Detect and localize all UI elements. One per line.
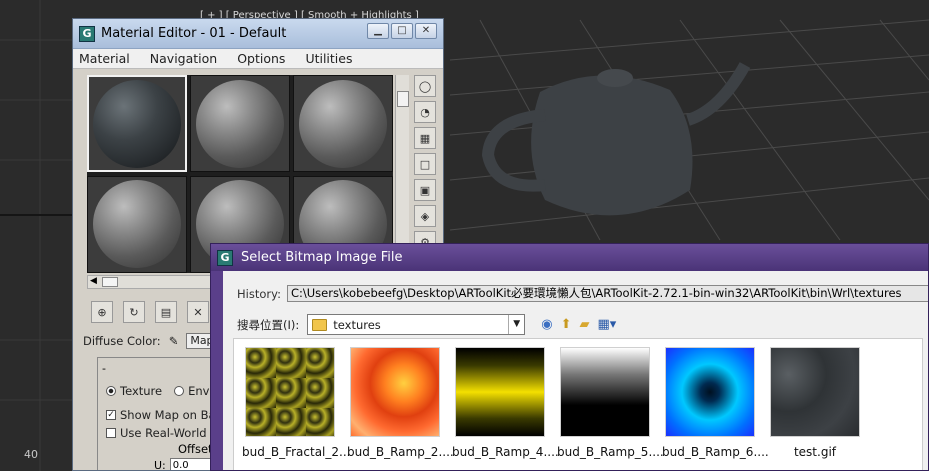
file-name: bud_B_Ramp_6....: [662, 445, 769, 459]
file-thumbnail: [665, 347, 755, 437]
material-toolbar: ⊕ ↻ ▤ ✕: [87, 301, 209, 323]
file-item[interactable]: bud_B_Ramp_6....: [662, 347, 769, 459]
background-checker-icon[interactable]: ▦: [414, 127, 436, 149]
assign-material-icon[interactable]: ▤: [155, 301, 177, 323]
real-world-checkbox[interactable]: Use Real-World Sc: [106, 426, 224, 440]
chevron-down-icon[interactable]: ▼: [508, 315, 524, 334]
material-editor-titlebar[interactable]: G Material Editor - 01 - Default ▁ □ ✕: [73, 19, 443, 49]
file-thumbnail: [560, 347, 650, 437]
material-sphere: [196, 79, 284, 168]
file-thumbnail: [455, 347, 545, 437]
sample-slot-1[interactable]: [87, 75, 187, 172]
maximize-button[interactable]: □: [391, 23, 413, 39]
diffuse-row: Diffuse Color: ✎ Map: [83, 333, 218, 349]
minimize-button[interactable]: ▁: [367, 23, 389, 39]
sample-slot-2[interactable]: [190, 75, 290, 172]
3dsmax-icon: G: [217, 249, 233, 266]
file-item[interactable]: bud_B_Ramp_2....: [347, 347, 454, 459]
material-sphere: [93, 79, 181, 168]
make-preview-icon[interactable]: ◈: [414, 205, 436, 227]
history-label: History:: [237, 286, 281, 301]
put-to-scene-icon[interactable]: ↻: [123, 301, 145, 323]
eyedropper-icon[interactable]: ✎: [169, 334, 179, 348]
file-thumbnail: [245, 347, 335, 437]
teapot-object: [481, 62, 751, 216]
look-in-row: 搜尋位置(I): textures ▼ ◉ ⬆ ▰ ▦▾: [237, 314, 616, 335]
file-item[interactable]: bud_B_Ramp_4....: [452, 347, 559, 459]
diffuse-label: Diffuse Color:: [83, 334, 161, 348]
file-item[interactable]: bud_B_Fractal_2...: [242, 347, 351, 459]
menu-options[interactable]: Options: [237, 51, 285, 66]
folder-icon: [312, 318, 328, 331]
scroll-left-icon[interactable]: ◀: [90, 276, 97, 286]
look-in-dropdown[interactable]: textures ▼: [307, 314, 526, 335]
ruler-value: 40: [24, 448, 38, 461]
history-path-field[interactable]: C:\Users\kobebeefg\Desktop\ARToolKit必要環境…: [286, 285, 928, 302]
select-bitmap-dialog[interactable]: G Select Bitmap Image File History: C:\U…: [210, 243, 929, 471]
radio-icon[interactable]: [174, 386, 185, 396]
material-editor-menubar: Material Navigation Options Utilities: [73, 49, 443, 69]
real-world-label: Use Real-World Sc: [120, 426, 224, 440]
file-item[interactable]: bud_B_Ramp_5....: [557, 347, 664, 459]
material-editor-title: Material Editor - 01 - Default: [101, 26, 287, 41]
dialog-border: [211, 271, 223, 470]
new-folder-icon[interactable]: ▰: [580, 317, 590, 332]
sample-slot-3[interactable]: [293, 75, 393, 172]
nav-toolbar: ◉ ⬆ ▰ ▦▾: [541, 317, 616, 332]
file-list: bud_B_Fractal_2... bud_B_Ramp_2.... bud_…: [233, 338, 923, 470]
dialog-titlebar[interactable]: G Select Bitmap Image File: [211, 244, 928, 271]
close-button[interactable]: ✕: [415, 23, 437, 39]
reset-map-icon[interactable]: ✕: [187, 301, 209, 323]
look-in-label: 搜尋位置(I):: [237, 317, 300, 332]
look-in-value: textures: [333, 317, 381, 332]
u-label: U:: [154, 458, 166, 471]
radio-icon: [106, 386, 116, 396]
backlight-icon[interactable]: ◔: [414, 101, 436, 123]
file-name: test.gif: [793, 445, 837, 459]
get-material-icon[interactable]: ⊕: [91, 301, 113, 323]
material-sphere: [93, 180, 181, 268]
3dsmax-icon: G: [79, 25, 95, 42]
file-thumbnail: [770, 347, 860, 437]
video-color-check-icon[interactable]: ▣: [414, 179, 436, 201]
file-item[interactable]: test.gif: [767, 347, 863, 459]
scrollbar-thumb[interactable]: [102, 277, 118, 287]
material-sphere: [299, 79, 387, 168]
file-name: bud_B_Ramp_5....: [557, 445, 664, 459]
menu-utilities[interactable]: Utilities: [305, 51, 352, 66]
file-name: bud_B_Ramp_2....: [347, 445, 454, 459]
sample-type-icon[interactable]: ◯: [414, 75, 436, 97]
view-menu-icon[interactable]: ▦▾: [598, 317, 617, 332]
file-name: bud_B_Fractal_2...: [242, 445, 351, 459]
menu-material[interactable]: Material: [79, 51, 130, 66]
menu-navigation[interactable]: Navigation: [150, 51, 217, 66]
sample-slot-4[interactable]: [87, 175, 187, 273]
texture-radio[interactable]: Texture Enviro: [106, 384, 224, 398]
file-thumbnail: [350, 347, 440, 437]
sample-tools: ◯ ◔ ▦ □ ▣ ◈ ⚙: [410, 75, 440, 253]
back-icon[interactable]: ◉: [541, 317, 552, 332]
checkbox-icon: ✓: [106, 410, 116, 420]
dialog-title: Select Bitmap Image File: [241, 250, 403, 265]
history-row: History: C:\Users\kobebeefg\Desktop\ARTo…: [237, 285, 928, 302]
checkbox-icon: [106, 428, 116, 438]
scrollbar-thumb[interactable]: [397, 91, 409, 107]
offset-label: Offset: [178, 442, 213, 456]
up-folder-icon[interactable]: ⬆: [561, 317, 572, 332]
file-name: bud_B_Ramp_4....: [452, 445, 559, 459]
rollout-collapse-button[interactable]: -: [102, 362, 106, 375]
uv-tiling-icon[interactable]: □: [414, 153, 436, 175]
texture-label: Texture: [120, 384, 163, 398]
